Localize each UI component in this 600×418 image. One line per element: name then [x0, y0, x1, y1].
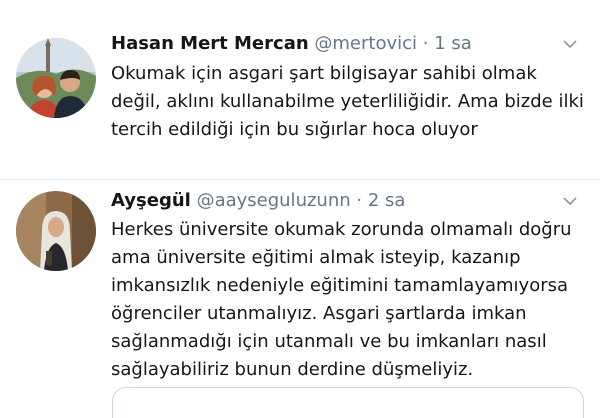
- tweet-text-line: Okumak için asgari şart bilgisayar sahib…: [111, 63, 537, 84]
- tweet-text-line: sağlanmadığı için utanmalı ve bu imkanla…: [111, 331, 547, 352]
- separator-dot: ·: [356, 190, 363, 211]
- avatar-photo: [16, 38, 96, 118]
- author-handle[interactable]: @mertovici: [314, 33, 417, 54]
- avatar[interactable]: [16, 191, 96, 271]
- tweet-text-line: öğrenciler utanmalıyız. Asgari şartlarda…: [111, 303, 527, 324]
- tweet[interactable]: Hasan Mert Mercan @mertovici · 1 sa Okum…: [0, 0, 600, 180]
- timestamp[interactable]: 2 sa: [368, 190, 406, 211]
- tweet-text-line: imkansızlık nedeniyle eğitimini tamamlay…: [111, 275, 569, 296]
- tweet-header: Hasan Mert Mercan @mertovici · 1 sa: [111, 32, 472, 56]
- tweet-text-line: sağlayabiliriz bunun derdine düşmeliyiz.: [111, 359, 474, 380]
- tweet-text: Herkes üniversite okumak zorunda olmamal…: [111, 216, 581, 384]
- author-name[interactable]: Hasan Mert Mercan: [111, 33, 309, 54]
- avatar[interactable]: [16, 38, 96, 118]
- tweet-text-line: Herkes üniversite okumak zorunda olmamal…: [111, 219, 572, 240]
- tweet-text-line: değil, aklını kullanabilme yeterliliğidi…: [111, 91, 584, 112]
- chevron-down-icon[interactable]: [563, 196, 577, 206]
- avatar-photo: [16, 191, 96, 271]
- timestamp[interactable]: 1 sa: [434, 33, 472, 54]
- tweet-text-line: tercih edildiği için bu sığırlar hoca ol…: [111, 119, 478, 140]
- tweet-text-line: ama üniversite eğitimi almak isteyip, ka…: [111, 247, 521, 268]
- tweet[interactable]: Ayşegül @aayseguluzunn · 2 sa Herkes üni…: [0, 180, 600, 400]
- tweet-text: Okumak için asgari şart bilgisayar sahib…: [111, 60, 584, 144]
- separator-dot: ·: [422, 33, 429, 54]
- chevron-down-icon[interactable]: [563, 39, 577, 49]
- tweet-header: Ayşegül @aayseguluzunn · 2 sa: [111, 189, 405, 213]
- author-name[interactable]: Ayşegül: [111, 190, 191, 211]
- embedded-card[interactable]: [112, 387, 584, 418]
- author-handle[interactable]: @aayseguluzunn: [197, 190, 351, 211]
